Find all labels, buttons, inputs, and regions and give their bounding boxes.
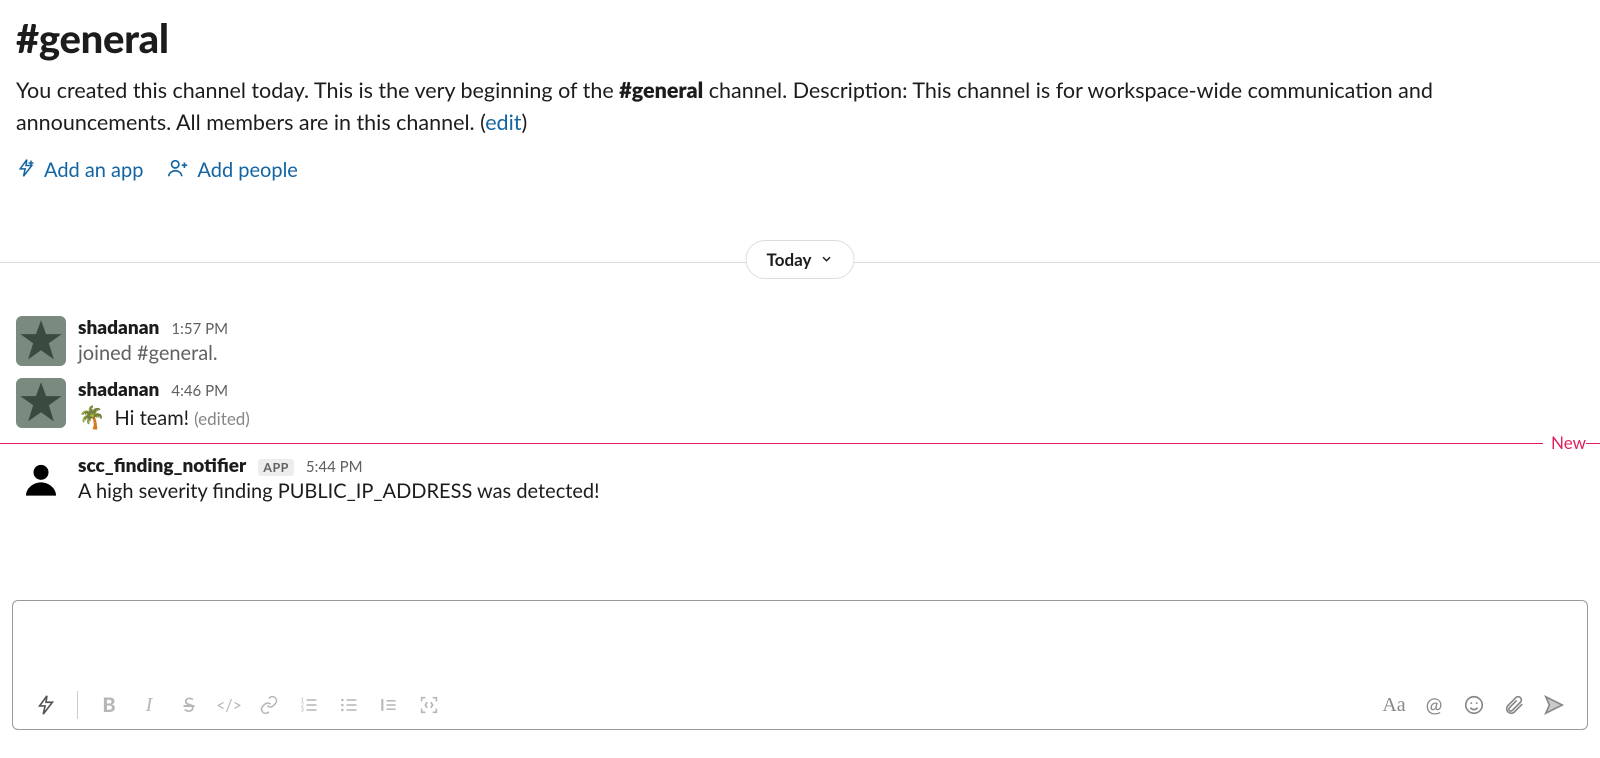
channel-desc-close: ) (521, 109, 527, 135)
add-people-button[interactable]: Add people (167, 157, 297, 184)
avatar[interactable] (16, 378, 66, 428)
date-pill-label: Today (767, 249, 812, 270)
app-badge: APP (258, 459, 294, 476)
message-body: shadanan 4:46 PM 🌴 Hi team! (edited) (78, 378, 1584, 431)
mention-button[interactable]: @ (1415, 687, 1453, 723)
new-label: New (1543, 432, 1586, 453)
new-messages-divider: New (0, 443, 1600, 444)
message-list: shadanan 1:57 PM joined #general. shadan… (0, 310, 1600, 510)
message-sender[interactable]: shadanan (78, 316, 159, 339)
message-time: 5:44 PM (306, 458, 363, 476)
message-header: shadanan 4:46 PM (78, 378, 1584, 401)
message-text-content: Hi team! (115, 406, 190, 430)
message-text: A high severity finding PUBLIC_IP_ADDRES… (78, 479, 1584, 503)
blockquote-button[interactable] (370, 687, 408, 723)
link-button[interactable] (250, 687, 288, 723)
bold-button[interactable]: B (90, 687, 128, 723)
message-item: shadanan 4:46 PM 🌴 Hi team! (edited) (0, 372, 1600, 437)
attach-button[interactable] (1495, 687, 1533, 723)
strikethrough-button[interactable]: S (170, 687, 208, 723)
send-button[interactable] (1535, 687, 1573, 723)
channel-description: You created this channel today. This is … (16, 74, 1584, 139)
bullet-list-button[interactable] (330, 687, 368, 723)
message-sender[interactable]: scc_finding_notifier (78, 454, 246, 477)
italic-button[interactable]: I (130, 687, 168, 723)
message-header: scc_finding_notifier APP 5:44 PM (78, 454, 1584, 477)
lightning-icon[interactable] (27, 687, 65, 723)
message-item: scc_finding_notifier APP 5:44 PM A high … (0, 448, 1600, 510)
lightning-plus-icon (16, 158, 36, 183)
person-plus-icon (167, 157, 189, 184)
add-people-label: Add people (197, 158, 297, 182)
edit-description-link[interactable]: edit (485, 109, 521, 135)
composer-toolbar: B I S </> 123 Aa @ (13, 681, 1587, 729)
code-block-button[interactable] (410, 687, 448, 723)
edited-indicator: (edited) (194, 408, 250, 429)
svg-text:3: 3 (301, 707, 305, 714)
avatar[interactable] (16, 454, 66, 504)
message-item: shadanan 1:57 PM joined #general. (0, 310, 1600, 372)
message-time: 4:46 PM (171, 382, 228, 400)
date-pill[interactable]: Today (746, 240, 855, 279)
add-app-label: Add an app (44, 158, 143, 182)
message-composer: B I S </> 123 Aa @ (12, 600, 1588, 730)
message-sender[interactable]: shadanan (78, 378, 159, 401)
format-toggle-button[interactable]: Aa (1375, 687, 1413, 723)
channel-desc-name: #general (619, 77, 703, 103)
message-time: 1:57 PM (171, 320, 228, 338)
channel-actions: Add an app Add people (16, 157, 1584, 184)
channel-intro: #general You created this channel today.… (0, 0, 1600, 204)
toolbar-separator (77, 691, 78, 719)
ordered-list-button[interactable]: 123 (290, 687, 328, 723)
code-button[interactable]: </> (210, 687, 248, 723)
message-body: scc_finding_notifier APP 5:44 PM A high … (78, 454, 1584, 504)
message-header: shadanan 1:57 PM (78, 316, 1584, 339)
channel-desc-prefix: You created this channel today. This is … (16, 77, 619, 103)
date-divider: Today (0, 240, 1600, 286)
avatar[interactable] (16, 316, 66, 366)
emoji-button[interactable] (1455, 687, 1493, 723)
message-body: shadanan 1:57 PM joined #general. (78, 316, 1584, 366)
channel-title: #general (16, 14, 1584, 62)
message-text: 🌴 Hi team! (edited) (78, 403, 1584, 431)
message-input[interactable] (13, 601, 1587, 681)
message-text: joined #general. (78, 341, 1584, 365)
chevron-down-icon (819, 249, 833, 270)
add-app-button[interactable]: Add an app (16, 157, 143, 184)
palm-tree-emoji: 🌴 (78, 403, 105, 430)
